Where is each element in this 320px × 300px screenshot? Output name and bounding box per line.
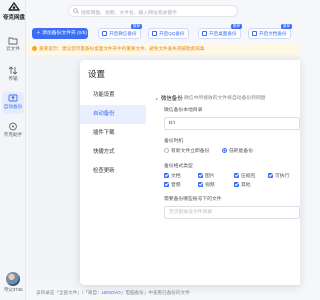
- chevron-down-icon: ▸: [156, 96, 159, 101]
- format-audio-checkbox[interactable]: 音频: [164, 181, 181, 188]
- radio-circle: [164, 148, 169, 153]
- cloud-logo-icon: [8, 2, 20, 11]
- breadcrumb-suffix: 」电脑备份」中查看已备份的文件: [120, 290, 190, 295]
- notice-bar: 重要提示：建议您尽量备份桌面文件夹中的重要文件，避免文件丢失或被勒索病毒: [26, 43, 300, 55]
- qq-backup-label: 开启QQ备份: [159, 31, 185, 36]
- app-name: 夸克网盘: [3, 15, 26, 21]
- desktop-backup-button[interactable]: 开启桌面备份 推荐: [198, 24, 242, 39]
- settings-dialog: 设置 功能设置 自动备份 插件下载 快捷方式 检查更新 ▸ 微信备份 微信中所接收…: [80, 60, 300, 285]
- account-filter-field[interactable]: 无识别账号文件目录: [164, 206, 300, 219]
- sidebar-item-files[interactable]: 云文件: [2, 34, 24, 56]
- qq-backup-button[interactable]: 开启QQ备份: [148, 28, 189, 39]
- checkbox-checked: [268, 173, 273, 178]
- user-profile[interactable]: 夸父3746: [4, 272, 23, 293]
- folder-icon: [8, 36, 18, 45]
- dialog-title: 设置: [88, 69, 106, 79]
- timing-low-power-radio[interactable]: 低耗能备份: [222, 147, 253, 154]
- settings-nav-check-update[interactable]: 检查更新: [80, 162, 146, 181]
- topbar: 搜索网盘、视频、文件名、输入网址或关键字: [26, 0, 300, 24]
- user-name: 夸父3746: [4, 287, 23, 292]
- breadcrumb-device[interactable]: LENOVO: [102, 290, 121, 295]
- checkbox-label: 压缩包: [241, 174, 256, 179]
- desktop-icon: [202, 31, 207, 36]
- breadcrumb-prefix: 该目录是「全部文件」/「来自：: [36, 290, 102, 295]
- warning-icon: [32, 46, 37, 51]
- checkbox-label: 音频: [171, 183, 181, 188]
- account-filter-label: 需要备份哪些账号下的文件: [164, 197, 222, 202]
- add-backup-folder-button[interactable]: ＋ 添加备份文件夹 (0/5): [32, 28, 88, 39]
- checkbox-checked: [198, 173, 203, 178]
- toolbar: ＋ 添加备份文件夹 (0/5) 开启微信备份 推荐 开启QQ备份 开启桌面备份 …: [26, 24, 300, 42]
- settings-nav-shortcuts[interactable]: 快捷方式: [80, 143, 146, 162]
- document-backup-button[interactable]: 开启文档备份 推荐: [248, 24, 292, 39]
- recommend-badge: 推荐: [281, 24, 292, 29]
- checkbox-checked: [234, 182, 239, 187]
- format-images-checkbox[interactable]: 图片: [198, 172, 215, 179]
- wechat-icon: [102, 31, 107, 36]
- backup-timing-label: 备份时机: [164, 139, 184, 144]
- sidebar-item-label: 自动备份: [3, 104, 23, 109]
- checkbox-checked: [234, 173, 239, 178]
- settings-nav-plugins[interactable]: 插件下载: [80, 124, 146, 143]
- checkbox-label: 视频: [205, 183, 215, 188]
- backup-dir-field[interactable]: D:\: [164, 117, 300, 130]
- search-icon: [73, 8, 79, 16]
- checkbox-checked: [198, 182, 203, 187]
- radio-label: 低耗能备份: [229, 149, 253, 154]
- qq-icon: [152, 31, 157, 36]
- transfer-icon: [8, 66, 18, 75]
- sidebar-item-label: 传输: [8, 76, 18, 81]
- breadcrumb: 该目录是「全部文件」/「来自：LENOVO」电脑备份」中查看已备份的文件: [36, 290, 190, 296]
- wechat-section-description: 微信中所接收的文件将自动备份到网盘: [184, 96, 266, 101]
- format-archives-checkbox[interactable]: 压缩包: [234, 172, 255, 179]
- document-backup-label: 开启文档备份: [259, 31, 287, 36]
- format-other-checkbox[interactable]: 其他: [234, 181, 251, 188]
- settings-nav-auto-backup[interactable]: 自动备份: [80, 105, 146, 124]
- checkbox-checked: [164, 173, 169, 178]
- sidebar-item-label: 夸克助手: [3, 132, 23, 137]
- radio-circle-selected: [222, 148, 227, 153]
- search-input[interactable]: 搜索网盘、视频、文件名、输入网址或关键字: [68, 5, 238, 17]
- checkbox-checked: [164, 182, 169, 187]
- format-video-checkbox[interactable]: 视频: [198, 181, 215, 188]
- sidebar-item-label: 云文件: [6, 46, 20, 51]
- wechat-backup-button[interactable]: 开启微信备份 推荐: [98, 24, 142, 39]
- backup-dir-label: 微信备份本地目录: [164, 108, 203, 113]
- recommend-badge: 推荐: [231, 24, 242, 29]
- document-icon: [252, 31, 257, 36]
- sidebar: 夸克网盘 云文件 传输 自动备份 夸克助手 夸父3746: [0, 0, 26, 300]
- desktop-backup-label: 开启桌面备份: [209, 31, 237, 36]
- wechat-section-header[interactable]: ▸ 微信备份: [156, 94, 183, 102]
- settings-nav: 功能设置 自动备份 插件下载 快捷方式 检查更新: [80, 86, 146, 181]
- timing-immediate-radio[interactable]: 有新文件立即备份: [164, 147, 209, 154]
- app-logo[interactable]: 夸克网盘: [3, 2, 25, 21]
- format-documents-checkbox[interactable]: 文档: [164, 172, 181, 179]
- wechat-section-title: 微信备份: [161, 96, 183, 102]
- sidebar-item-backup[interactable]: 自动备份: [2, 92, 24, 114]
- backup-formats-label: 备份格式类型: [164, 164, 193, 169]
- checkbox-label: 可执行: [275, 174, 290, 179]
- settings-nav-general[interactable]: 功能设置: [80, 86, 146, 105]
- add-backup-folder-label: 添加备份文件夹 (0/5): [42, 31, 87, 36]
- checkbox-label: 文档: [171, 174, 181, 179]
- recommend-badge: 推荐: [131, 24, 142, 29]
- notice-text: 重要提示：建议您尽量备份桌面文件夹中的重要文件，避免文件丢失或被勒索病毒: [39, 46, 205, 51]
- checkbox-label: 其他: [241, 183, 251, 188]
- format-executables-checkbox[interactable]: 可执行: [268, 172, 289, 179]
- search-placeholder: 搜索网盘、视频、文件名、输入网址或关键字: [81, 11, 177, 16]
- avatar[interactable]: [6, 272, 20, 286]
- wechat-backup-label: 开启微信备份: [109, 31, 137, 36]
- assistant-icon: [8, 122, 18, 131]
- sidebar-item-assistant[interactable]: 夸克助手: [2, 120, 24, 142]
- radio-label: 有新文件立即备份: [171, 149, 210, 154]
- backup-icon: [8, 94, 18, 103]
- checkbox-label: 图片: [205, 174, 215, 179]
- sidebar-item-transfer[interactable]: 传输: [2, 64, 24, 86]
